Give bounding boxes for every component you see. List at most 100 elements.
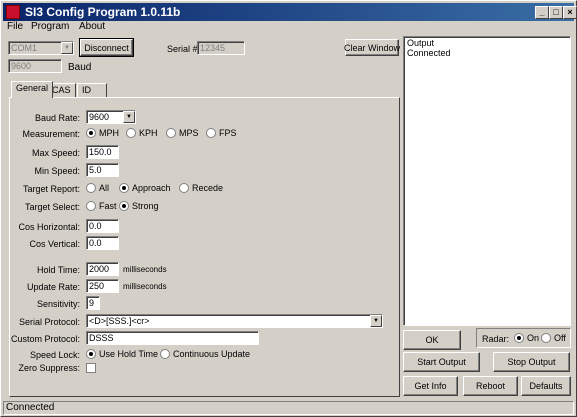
get-info-button[interactable]: Get Info bbox=[403, 376, 458, 396]
radio-label: On bbox=[527, 333, 540, 343]
baud-rate-label: Baud Rate: bbox=[34, 113, 80, 123]
chevron-down-icon[interactable]: ▼ bbox=[370, 315, 382, 327]
baud-rate-value: 9600 bbox=[89, 112, 110, 122]
tab-general[interactable]: General bbox=[11, 81, 54, 98]
cos-horizontal-label: Cos Horizontal: bbox=[18, 222, 80, 232]
radio-dot bbox=[119, 201, 129, 211]
update-rate-field[interactable]: 250 bbox=[86, 279, 119, 293]
main-window: SI3 Config Program 1.0.11b _ □ × File Pr… bbox=[0, 0, 577, 417]
radio-label: Strong bbox=[132, 201, 159, 211]
speed-lock-continuous-radio[interactable]: Continuous Update bbox=[160, 349, 250, 359]
serial-protocol-label: Serial Protocol: bbox=[18, 317, 80, 327]
measurement-fps-radio[interactable]: FPS bbox=[206, 128, 237, 138]
zero-suppress-checkbox[interactable] bbox=[86, 363, 96, 373]
radio-label: All bbox=[99, 183, 110, 193]
minimize-button[interactable]: _ bbox=[535, 6, 549, 19]
chevron-down-icon[interactable]: ▼ bbox=[123, 111, 135, 123]
close-button[interactable]: × bbox=[563, 6, 577, 19]
update-rate-label: Update Rate: bbox=[26, 282, 80, 292]
output-line: Connected bbox=[407, 48, 451, 58]
radio-label: MPS bbox=[179, 128, 199, 138]
target-select-strong-radio[interactable]: Strong bbox=[119, 201, 159, 211]
sensitivity-label: Sensitivity: bbox=[36, 299, 80, 309]
radio-label: Continuous Update bbox=[173, 349, 251, 359]
maximize-button[interactable]: □ bbox=[549, 6, 563, 19]
menu-about[interactable]: About bbox=[79, 21, 105, 32]
radar-off-radio[interactable]: Off bbox=[541, 333, 566, 343]
radio-label: Fast bbox=[99, 201, 117, 211]
sensitivity-field[interactable]: 9 bbox=[86, 296, 100, 310]
min-speed-field[interactable]: 5.0 bbox=[86, 163, 119, 177]
update-rate-unit: milliseconds bbox=[123, 282, 167, 291]
target-report-all-radio[interactable]: All bbox=[86, 183, 109, 193]
menu-program[interactable]: Program bbox=[31, 21, 69, 32]
start-output-button[interactable]: Start Output bbox=[403, 352, 480, 372]
serial-protocol-value: <D>[SSS.]<cr> bbox=[89, 316, 150, 326]
ok-button[interactable]: OK bbox=[403, 330, 461, 350]
clear-window-button[interactable]: Clear Window bbox=[344, 39, 400, 56]
disconnect-button[interactable]: Disconnect bbox=[79, 38, 134, 57]
baud-label: Baud bbox=[68, 62, 92, 73]
menu-file[interactable]: File bbox=[7, 21, 23, 32]
speed-lock-label: Speed Lock: bbox=[29, 350, 80, 360]
custom-protocol-field[interactable]: DSSS bbox=[86, 331, 259, 345]
radio-dot bbox=[86, 128, 96, 138]
com-port-value: COM1 bbox=[11, 43, 38, 53]
com-port-select[interactable]: COM1 ▼ bbox=[8, 41, 74, 55]
radio-label: KPH bbox=[139, 128, 158, 138]
stop-output-button[interactable]: Stop Output bbox=[493, 352, 570, 372]
radio-label: FPS bbox=[219, 128, 237, 138]
serial-protocol-select[interactable]: <D>[SSS.]<cr> ▼ bbox=[86, 314, 383, 328]
measurement-kph-radio[interactable]: KPH bbox=[126, 128, 158, 138]
radio-dot bbox=[86, 349, 96, 359]
radar-group: Radar: On Off bbox=[476, 328, 571, 348]
radio-dot bbox=[514, 333, 524, 343]
hold-time-field[interactable]: 2000 bbox=[86, 262, 119, 276]
radio-label: Recede bbox=[192, 183, 224, 193]
app-icon bbox=[6, 5, 20, 19]
max-speed-label: Max Speed: bbox=[31, 148, 80, 158]
custom-protocol-label: Custom Protocol: bbox=[10, 334, 80, 344]
serial-number-field[interactable]: 12345 bbox=[197, 41, 245, 55]
radio-label: Use Hold Time bbox=[99, 349, 159, 359]
chevron-down-icon[interactable]: ▼ bbox=[61, 42, 73, 54]
serial-number-label: Serial # bbox=[167, 44, 198, 54]
reboot-button[interactable]: Reboot bbox=[463, 376, 518, 396]
baud-rate-select[interactable]: 9600 ▼ bbox=[86, 110, 136, 124]
radio-label: MPH bbox=[99, 128, 119, 138]
target-select-label: Target Select: bbox=[24, 202, 80, 212]
baud-field[interactable]: 9600 bbox=[8, 59, 62, 73]
radio-label: Off bbox=[554, 333, 566, 343]
radio-dot bbox=[86, 183, 96, 193]
cos-horizontal-field[interactable]: 0.0 bbox=[86, 219, 119, 233]
target-report-label: Target Report: bbox=[22, 184, 80, 194]
target-select-fast-radio[interactable]: Fast bbox=[86, 201, 117, 211]
output-line: Output bbox=[407, 38, 435, 48]
cos-vertical-label: Cos Vertical: bbox=[29, 239, 80, 249]
status-bar: Connected bbox=[3, 401, 574, 415]
tab-id[interactable]: ID bbox=[77, 83, 107, 98]
hold-time-unit: milliseconds bbox=[123, 265, 167, 274]
radar-on-radio[interactable]: On bbox=[514, 333, 539, 343]
measurement-mps-radio[interactable]: MPS bbox=[166, 128, 199, 138]
zero-suppress-label: Zero Suppress: bbox=[18, 363, 80, 373]
window-title: SI3 Config Program 1.0.11b bbox=[25, 5, 181, 19]
radio-dot bbox=[160, 349, 170, 359]
speed-lock-hold-time-radio[interactable]: Use Hold Time bbox=[86, 349, 158, 359]
hold-time-label: Hold Time: bbox=[36, 265, 80, 275]
radio-dot bbox=[541, 333, 551, 343]
min-speed-label: Min Speed: bbox=[34, 166, 80, 176]
output-log[interactable]: Output Connected bbox=[403, 36, 571, 326]
radio-dot bbox=[179, 183, 189, 193]
cos-vertical-field[interactable]: 0.0 bbox=[86, 236, 119, 250]
target-report-recede-radio[interactable]: Recede bbox=[179, 183, 223, 193]
target-report-approach-radio[interactable]: Approach bbox=[119, 183, 171, 193]
measurement-mph-radio[interactable]: MPH bbox=[86, 128, 119, 138]
measurement-label: Measurement: bbox=[22, 129, 80, 139]
title-bar[interactable]: SI3 Config Program 1.0.11b _ □ × bbox=[3, 3, 577, 21]
max-speed-field[interactable]: 150.0 bbox=[86, 145, 119, 159]
radio-dot bbox=[126, 128, 136, 138]
radio-dot bbox=[166, 128, 176, 138]
defaults-button[interactable]: Defaults bbox=[521, 376, 571, 396]
radio-dot bbox=[206, 128, 216, 138]
